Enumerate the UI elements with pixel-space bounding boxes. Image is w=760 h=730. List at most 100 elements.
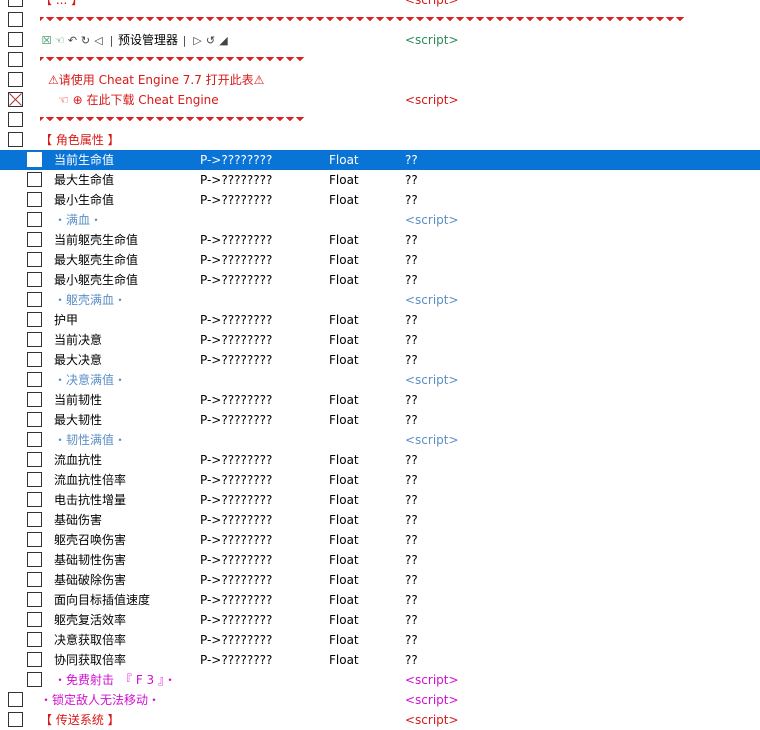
row-checkbox[interactable] [27, 312, 42, 327]
group-header-character-attributes[interactable]: 【 角色属性 】 [0, 130, 760, 150]
table-row-script[interactable]: ・满血・ <script> [0, 210, 760, 230]
table-row[interactable]: 最大生命值 P->???????? Float ?? [0, 170, 760, 190]
row-value[interactable]: ?? [405, 230, 418, 250]
table-row-selected[interactable]: 当前生命值 P->???????? Float ?? [0, 150, 760, 170]
row-checkbox[interactable] [27, 192, 42, 207]
table-row[interactable]: 躯壳复活效率 P->???????? Float ?? [0, 610, 760, 630]
row-value[interactable]: ?? [405, 490, 418, 510]
table-row[interactable]: 电击抗性增量 P->???????? Float ?? [0, 490, 760, 510]
row-value[interactable]: ?? [405, 310, 418, 330]
table-row[interactable]: 最大韧性 P->???????? Float ?? [0, 410, 760, 430]
table-row[interactable]: 最小生命值 P->???????? Float ?? [0, 190, 760, 210]
table-row[interactable]: 最大决意 P->???????? Float ?? [0, 350, 760, 370]
row-checkbox[interactable] [27, 352, 42, 367]
row-value[interactable]: ?? [405, 350, 418, 370]
row-value[interactable]: ?? [405, 630, 418, 650]
row-value[interactable]: ?? [405, 270, 418, 290]
row-value[interactable]: ?? [405, 410, 418, 430]
row-checkbox[interactable] [8, 132, 23, 147]
hand-pointer-icon[interactable]: ☜ [53, 31, 66, 51]
table-row[interactable]: 当前韧性 P->???????? Float ?? [0, 390, 760, 410]
group-header-teleport-system[interactable]: 【 传送系统 】 <script> [0, 710, 760, 730]
row-checkbox[interactable] [27, 672, 42, 687]
row-value[interactable]: ?? [405, 590, 418, 610]
row-checkbox[interactable] [27, 152, 42, 167]
row-checkbox[interactable] [27, 332, 42, 347]
row-value[interactable]: ?? [405, 470, 418, 490]
table-row[interactable]: 【 ... 】 <script> [0, 0, 760, 10]
table-row[interactable]: 最大躯壳生命值 P->???????? Float ?? [0, 250, 760, 270]
table-row[interactable]: 协同获取倍率 P->???????? Float ?? [0, 650, 760, 670]
row-value[interactable]: ?? [405, 550, 418, 570]
table-row[interactable]: 最小躯壳生命值 P->???????? Float ?? [0, 270, 760, 290]
table-row[interactable]: 面向目标插值速度 P->???????? Float ?? [0, 590, 760, 610]
download-link[interactable]: ☜ ⊕ 在此下载 Cheat Engine [58, 90, 219, 110]
row-checkbox[interactable] [27, 452, 42, 467]
play-icon[interactable]: ▷ [191, 31, 204, 51]
table-row[interactable]: 流血抗性 P->???????? Float ?? [0, 450, 760, 470]
row-value[interactable]: ?? [405, 530, 418, 550]
row-value[interactable]: ?? [405, 150, 418, 170]
row-value[interactable]: ?? [405, 570, 418, 590]
row-value[interactable]: ?? [405, 450, 418, 470]
table-row[interactable]: 躯壳召唤伤害 P->???????? Float ?? [0, 530, 760, 550]
row-value[interactable]: ?? [405, 510, 418, 530]
row-checkbox[interactable] [27, 412, 42, 427]
refresh-icon[interactable]: ↻ [79, 31, 92, 51]
row-checkbox[interactable] [8, 32, 23, 47]
row-checkbox[interactable] [27, 512, 42, 527]
row-checkbox[interactable] [8, 0, 23, 7]
row-checkbox[interactable] [27, 392, 42, 407]
row-checkbox[interactable] [27, 272, 42, 287]
table-row[interactable]: 基础伤害 P->???????? Float ?? [0, 510, 760, 530]
row-checkbox[interactable] [8, 72, 23, 87]
row-checkbox[interactable] [27, 432, 42, 447]
table-row[interactable]: 护甲 P->???????? Float ?? [0, 310, 760, 330]
checkbox-x-icon[interactable]: ☒ [40, 31, 53, 51]
row-checkbox[interactable] [27, 372, 42, 387]
table-row[interactable]: ⚠请使用 Cheat Engine 7.7 打开此表⚠ [0, 70, 760, 90]
expand-icon[interactable]: ◢ [217, 31, 230, 51]
row-checkbox[interactable] [8, 712, 23, 727]
row-checkbox[interactable] [27, 172, 42, 187]
row-checkbox-disabled[interactable] [8, 92, 23, 107]
row-checkbox[interactable] [27, 572, 42, 587]
table-row[interactable]: 基础破除伤害 P->???????? Float ?? [0, 570, 760, 590]
row-value[interactable]: ?? [405, 330, 418, 350]
row-value[interactable]: ?? [405, 390, 418, 410]
row-checkbox[interactable] [8, 12, 23, 27]
row-checkbox[interactable] [27, 652, 42, 667]
play-back-icon[interactable]: ◁ [92, 31, 105, 51]
row-checkbox[interactable] [27, 532, 42, 547]
row-value[interactable]: ?? [405, 610, 418, 630]
row-checkbox[interactable] [8, 52, 23, 67]
row-checkbox[interactable] [8, 692, 23, 707]
table-row[interactable]: 当前躯壳生命值 P->???????? Float ?? [0, 230, 760, 250]
table-row-script[interactable]: ・韧性满值・ <script> [0, 430, 760, 450]
row-value[interactable]: ?? [405, 170, 418, 190]
table-row[interactable]: ☒ ☜ ↶ ↻ ◁ | 预设管理器 | ▷ ↺ ◢ <script> [0, 30, 760, 50]
row-checkbox[interactable] [8, 112, 23, 127]
row-checkbox[interactable] [27, 612, 42, 627]
row-checkbox[interactable] [27, 252, 42, 267]
table-row[interactable]: 基础韧性伤害 P->???????? Float ?? [0, 550, 760, 570]
table-row-script[interactable]: ・决意满值・ <script> [0, 370, 760, 390]
table-row-script[interactable]: ・锁定敌人无法移动・ <script> [0, 690, 760, 710]
row-value[interactable]: ?? [405, 250, 418, 270]
table-row[interactable]: 决意获取倍率 P->???????? Float ?? [0, 630, 760, 650]
table-row-script[interactable]: ・免费射击 『 F 3 』・ <script> [0, 670, 760, 690]
row-checkbox[interactable] [27, 552, 42, 567]
row-checkbox[interactable] [27, 632, 42, 647]
table-row-script[interactable]: ・躯壳满血・ <script> [0, 290, 760, 310]
row-checkbox[interactable] [27, 292, 42, 307]
row-checkbox[interactable] [27, 472, 42, 487]
row-checkbox[interactable] [27, 212, 42, 227]
table-row[interactable]: 当前决意 P->???????? Float ?? [0, 330, 760, 350]
refresh-icon[interactable]: ↺ [204, 31, 217, 51]
table-row[interactable]: 流血抗性倍率 P->???????? Float ?? [0, 470, 760, 490]
table-row[interactable]: ☜ ⊕ 在此下载 Cheat Engine <script> [0, 90, 760, 110]
row-checkbox[interactable] [27, 592, 42, 607]
row-value[interactable]: ?? [405, 190, 418, 210]
back-icon[interactable]: ↶ [66, 31, 79, 51]
row-checkbox[interactable] [27, 232, 42, 247]
